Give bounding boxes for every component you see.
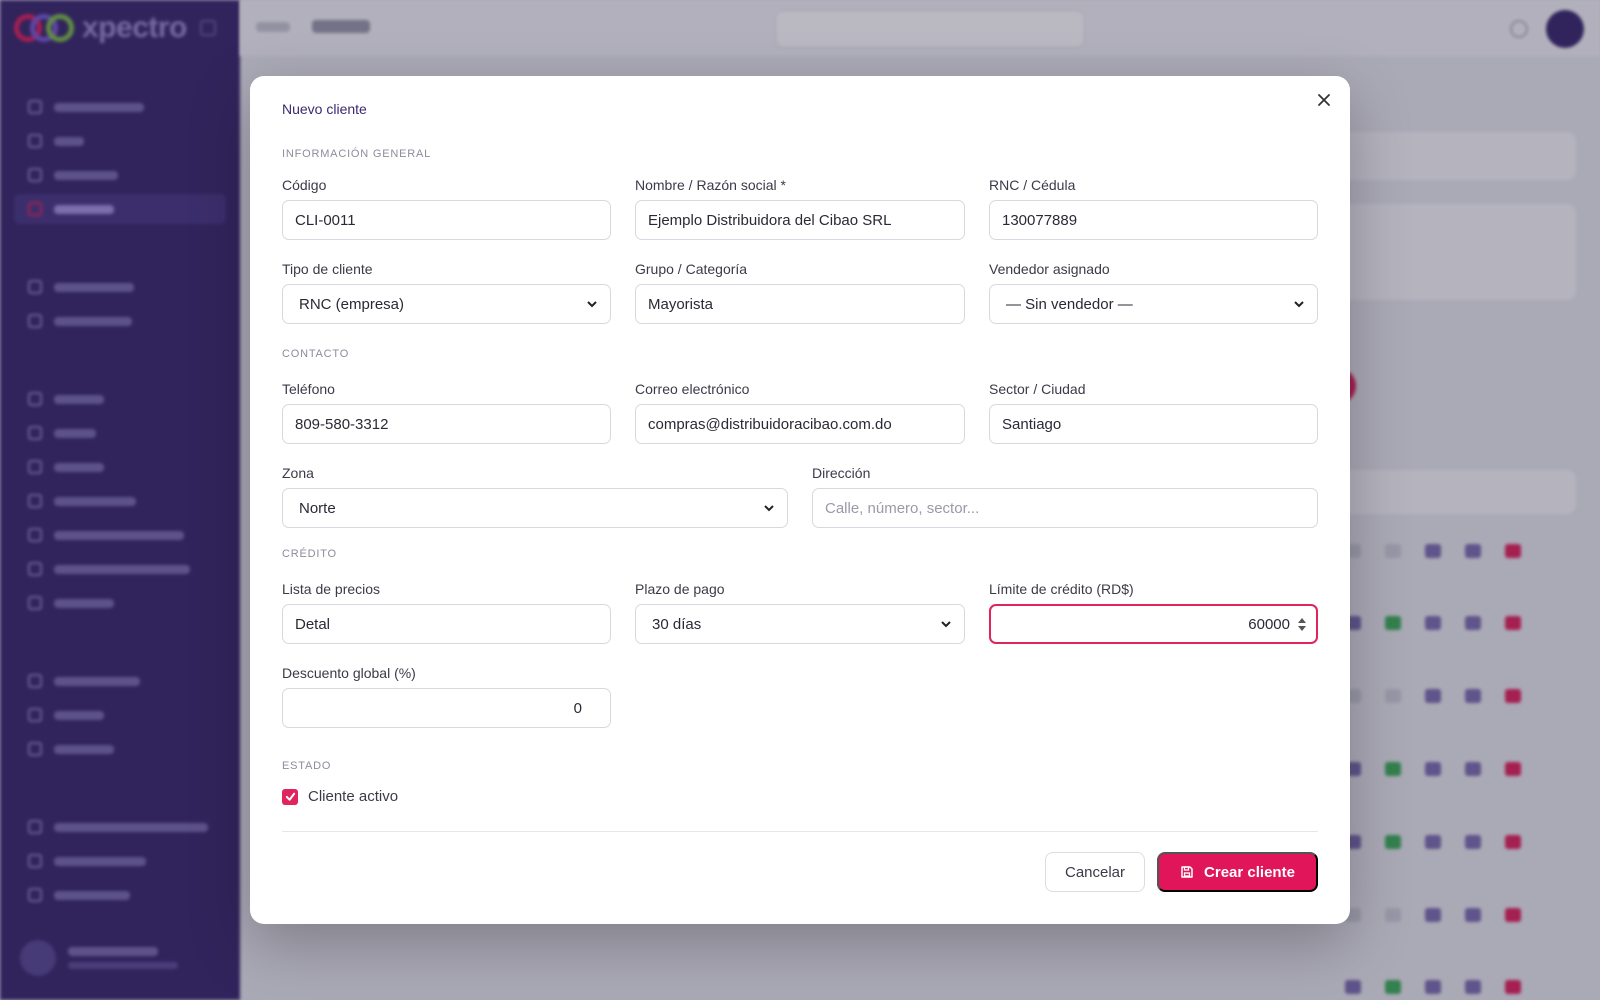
plazo-select-value: 30 días (652, 615, 702, 633)
limite-value: 60000 (1248, 615, 1290, 633)
close-icon (1318, 94, 1330, 106)
lista-input[interactable]: Detal (282, 604, 611, 644)
nombre-field: Nombre / Razón social * Ejemplo Distribu… (635, 176, 965, 240)
chevron-down-icon (764, 505, 774, 512)
lista-field: Lista de precios Detal (282, 580, 611, 644)
new-client-modal: Nuevo cliente INFORMACIÓN GENERAL Código… (250, 76, 1350, 924)
cancel-button[interactable]: Cancelar (1045, 852, 1145, 892)
zona-label: Zona (282, 465, 314, 481)
section-status-heading: ESTADO (282, 760, 332, 772)
codigo-field: Código CLI-0011 (282, 176, 611, 240)
correo-input[interactable]: compras@distribuidoracibao.com.do (635, 404, 965, 444)
lista-label: Lista de precios (282, 581, 381, 597)
grupo-field: Grupo / Categoría Mayorista (635, 260, 965, 324)
footer-divider (282, 831, 1318, 832)
chevron-down-icon (587, 301, 597, 308)
spinner-arrows-icon[interactable] (1298, 618, 1306, 631)
vendedor-field: Vendedor asignado — Sin vendedor — (989, 260, 1318, 324)
descuento-input[interactable]: 0 (282, 688, 611, 728)
save-icon (1181, 866, 1193, 878)
descuento-label: Descuento global (%) (282, 665, 416, 681)
sector-field: Sector / Ciudad Santiago (989, 380, 1318, 444)
zona-field: Zona Norte (282, 464, 788, 528)
create-client-label: Crear cliente (1204, 863, 1295, 881)
telefono-label: Teléfono (282, 381, 335, 397)
sector-label: Sector / Ciudad (989, 381, 1086, 397)
limite-input[interactable]: 60000 (989, 604, 1318, 644)
tipo-select[interactable]: RNC (empresa) (282, 284, 611, 324)
section-contact-heading: CONTACTO (282, 348, 350, 360)
telefono-field: Teléfono 809-580-3312 (282, 380, 611, 444)
section-credit-heading: CRÉDITO (282, 548, 337, 560)
plazo-field: Plazo de pago 30 días (635, 580, 965, 644)
sector-input[interactable]: Santiago (989, 404, 1318, 444)
close-button[interactable] (1312, 88, 1336, 112)
telefono-input[interactable]: 809-580-3312 (282, 404, 611, 444)
direccion-label: Dirección (812, 465, 871, 481)
active-checkbox-label: Cliente activo (308, 788, 399, 805)
active-checkbox[interactable]: Cliente activo (282, 788, 398, 805)
nombre-label: Nombre / Razón social * (635, 177, 786, 193)
chevron-down-icon (1294, 301, 1304, 308)
tipo-select-value: RNC (empresa) (299, 295, 405, 313)
direccion-field: Dirección Calle, número, sector... (812, 464, 1318, 528)
zona-select[interactable]: Norte (282, 488, 788, 528)
plazo-select[interactable]: 30 días (635, 604, 965, 644)
section-general-heading: INFORMACIÓN GENERAL (282, 148, 432, 160)
tipo-field: Tipo de cliente RNC (empresa) (282, 260, 611, 324)
codigo-input[interactable]: CLI-0011 (282, 200, 611, 240)
grupo-label: Grupo / Categoría (635, 261, 748, 277)
zona-select-value: Norte (299, 499, 336, 517)
tipo-label: Tipo de cliente (282, 261, 373, 277)
rnc-field: RNC / Cédula 130077889 (989, 176, 1318, 240)
direccion-input[interactable]: Calle, número, sector... (812, 488, 1318, 528)
vendedor-select[interactable]: — Sin vendedor — (989, 284, 1318, 324)
nombre-input[interactable]: Ejemplo Distribuidora del Cibao SRL (635, 200, 965, 240)
codigo-label: Código (282, 177, 327, 193)
descuento-value: 0 (573, 699, 582, 717)
limite-label: Límite de crédito (RD$) (989, 581, 1134, 597)
correo-label: Correo electrónico (635, 381, 750, 397)
limite-field: Límite de crédito (RD$) 60000 (989, 580, 1318, 644)
correo-field: Correo electrónico compras@distribuidora… (635, 380, 965, 444)
vendedor-select-value: — Sin vendedor — (1006, 295, 1133, 313)
checkbox-box[interactable] (282, 788, 298, 805)
vendedor-label: Vendedor asignado (989, 261, 1110, 277)
rnc-label: RNC / Cédula (989, 177, 1076, 193)
plazo-label: Plazo de pago (635, 581, 725, 597)
modal-title: Nuevo cliente (282, 101, 367, 117)
check-icon (285, 792, 295, 801)
create-client-button[interactable]: Crear cliente (1157, 852, 1318, 892)
rnc-input[interactable]: 130077889 (989, 200, 1318, 240)
grupo-input[interactable]: Mayorista (635, 284, 965, 324)
chevron-down-icon (941, 621, 951, 628)
descuento-field: Descuento global (%) 0 (282, 664, 611, 728)
